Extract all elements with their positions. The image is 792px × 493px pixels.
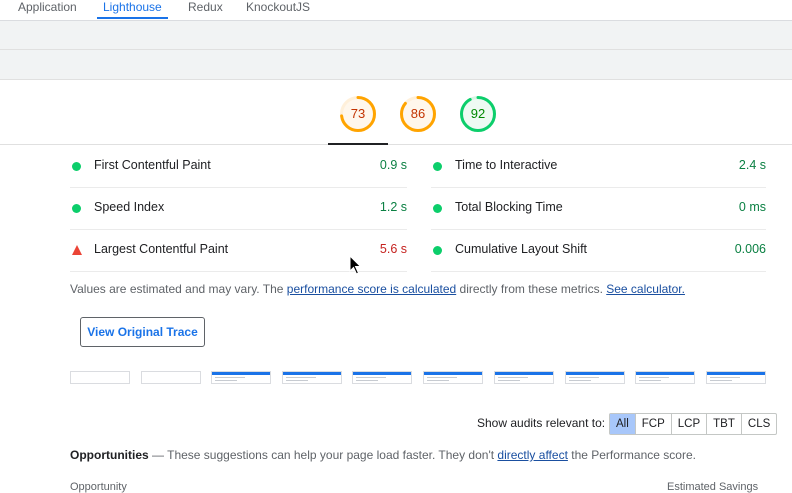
filmstrip-frame [282, 371, 342, 384]
pass-indicator-icon [433, 162, 442, 171]
filmstrip-frame [635, 371, 695, 384]
score-calculation-link[interactable]: performance score is calculated [287, 282, 456, 296]
metric-label: Time to Interactive [455, 158, 558, 172]
metric-cumulative-layout-shift: Cumulative Layout Shift 0.006 [431, 229, 766, 272]
score-gauges: 73 86 92 [0, 80, 792, 145]
metric-total-blocking-time: Total Blocking Time 0 ms [431, 187, 766, 230]
filter-tbt-button[interactable]: TBT [707, 414, 742, 434]
metric-time-to-interactive: Time to Interactive 2.4 s [431, 145, 766, 188]
filter-lcp-button[interactable]: LCP [672, 414, 708, 434]
tab-lighthouse[interactable]: Lighthouse [97, 0, 168, 19]
metric-value: 5.6 s [379, 242, 407, 256]
metric-value: 0.006 [734, 242, 766, 256]
filter-all-button[interactable]: All [610, 414, 636, 434]
metric-label: First Contentful Paint [94, 158, 211, 172]
filmstrip-frame [706, 371, 766, 384]
metric-label: Largest Contentful Paint [94, 242, 229, 256]
audit-filter-group: All FCP LCP TBT CLS [609, 413, 778, 435]
tab-lighthouse-label: Lighthouse [103, 0, 162, 14]
metric-speed-index: Speed Index 1.2 s [70, 187, 407, 230]
metric-first-contentful-paint: First Contentful Paint 0.9 s [70, 145, 407, 188]
see-calculator-link[interactable]: See calculator. [606, 282, 685, 296]
filmstrip-frame [211, 371, 271, 384]
filmstrip-frame [352, 371, 412, 384]
gauge-accessibility-score: 86 [410, 106, 426, 121]
pass-indicator-icon [433, 204, 442, 213]
metric-label: Total Blocking Time [455, 200, 563, 214]
opportunity-column-header: Opportunity [70, 481, 127, 493]
gauge-performance-score: 73 [350, 106, 366, 121]
gauge-performance[interactable]: 73 [339, 95, 377, 133]
filter-fcp-button[interactable]: FCP [636, 414, 672, 434]
mouse-pointer-icon [349, 255, 362, 275]
pass-indicator-icon [433, 246, 442, 255]
view-original-trace-button[interactable]: View Original Trace [80, 317, 205, 347]
metric-value: 1.2 s [379, 200, 407, 214]
note-prefix: Values are estimated and may vary. The [70, 282, 287, 296]
tab-redux[interactable]: Redux [188, 0, 223, 19]
tab-knockoutjs[interactable]: KnockoutJS [246, 0, 310, 19]
audit-filter-label: Show audits relevant to: [477, 416, 606, 430]
opportunities-dash: — [148, 448, 168, 462]
pass-indicator-icon [72, 204, 81, 213]
devtools-tabbar: Application Lighthouse Redux KnockoutJS [0, 0, 792, 21]
metric-value: 0.9 s [379, 158, 407, 172]
filmstrip-frame [70, 371, 130, 384]
active-tab-indicator [97, 17, 168, 19]
filmstrip-frame [565, 371, 625, 384]
filmstrip-frame [141, 371, 201, 384]
metric-value: 2.4 s [738, 158, 766, 172]
opportunities-title: Opportunities [70, 448, 149, 462]
note-middle: directly from these metrics. [456, 282, 607, 296]
lighthouse-toolbar [0, 21, 792, 80]
metrics-disclaimer: Values are estimated and may vary. The p… [70, 282, 685, 296]
opportunities-suffix: the Performance score. [567, 448, 696, 462]
estimated-savings-column-header: Estimated Savings [667, 481, 759, 493]
filmstrip-frame [494, 371, 554, 384]
filmstrip-frame [423, 371, 483, 384]
fail-triangle-icon [72, 245, 82, 255]
pass-indicator-icon [72, 162, 81, 171]
tab-application[interactable]: Application [18, 0, 77, 19]
opportunities-description: These suggestions can help your page loa… [167, 448, 498, 462]
metric-label: Speed Index [94, 200, 165, 214]
metric-value: 0 ms [738, 200, 766, 214]
opportunities-header: Opportunities — These suggestions can he… [70, 448, 696, 462]
gauge-best-practices-score: 92 [470, 106, 486, 121]
directly-affect-link[interactable]: directly affect [497, 448, 567, 462]
gauge-best-practices[interactable]: 92 [459, 95, 497, 133]
filter-cls-button[interactable]: CLS [742, 414, 776, 434]
gauge-accessibility[interactable]: 86 [399, 95, 437, 133]
toolbar-divider [0, 49, 792, 50]
metric-label: Cumulative Layout Shift [455, 242, 588, 256]
